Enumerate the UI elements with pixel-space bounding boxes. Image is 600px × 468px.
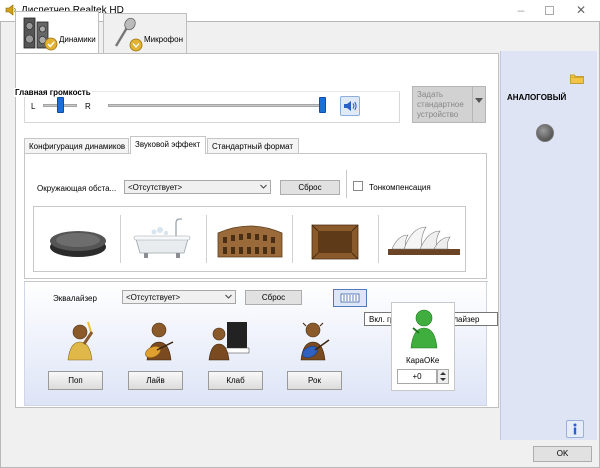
balance-right-label: R: [85, 102, 91, 111]
microphone-icon: [114, 17, 143, 52]
karaoke-stepper[interactable]: [437, 369, 449, 384]
divider: [206, 215, 207, 263]
divider: [292, 215, 293, 263]
volume-slider-thumb[interactable]: [319, 97, 326, 113]
ok-button[interactable]: OK: [533, 446, 592, 462]
tab-speakers[interactable]: Динамики: [15, 11, 99, 54]
info-icon: [573, 423, 577, 435]
close-button[interactable]: ✕: [566, 0, 596, 21]
minimize-icon: –: [517, 3, 525, 17]
graphic-equalizer-toggle[interactable]: [333, 289, 367, 307]
connector-panel: [500, 51, 597, 440]
environment-preset[interactable]: [210, 207, 290, 271]
minimize-button[interactable]: –: [506, 0, 536, 21]
equalizer-reset-button[interactable]: Сброс: [245, 290, 302, 305]
rock-guitarist-icon: [300, 322, 330, 361]
divider: [346, 170, 347, 198]
karaoke-value-input[interactable]: +0: [397, 369, 437, 384]
tab-sound-effects[interactable]: Звуковой эффект: [130, 136, 206, 154]
balance-left-label: L: [31, 102, 36, 111]
equalizer-preset-rock-button[interactable]: Рок: [287, 371, 342, 390]
balance-slider-thumb[interactable]: [57, 97, 64, 113]
equalizer-label: Эквалайзер: [53, 294, 97, 303]
equalizer-select[interactable]: <Отсутствует>: [122, 290, 236, 304]
loudness-label: Тонкомпенсация: [369, 183, 431, 192]
live-guitarist-icon: [145, 322, 174, 361]
chevron-down-icon: [475, 98, 483, 103]
karaoke-label: КараОКе: [406, 356, 440, 365]
environment-label: Окружающая обста...: [37, 184, 117, 193]
colosseum-icon: [217, 225, 283, 258]
info-button[interactable]: [566, 420, 584, 438]
divider: [120, 215, 121, 263]
loudness-checkbox[interactable]: [353, 181, 363, 191]
set-default-device-dropdown[interactable]: [472, 86, 486, 123]
chevron-down-icon: [225, 294, 232, 299]
equalizer-preset-pop-button[interactable]: Поп: [48, 371, 103, 390]
tab-speakers-label: Динамики: [59, 35, 96, 44]
equalizer-preset-club-button[interactable]: Клаб: [208, 371, 263, 390]
room-icon: [311, 224, 359, 260]
equalizer-select-value: <Отсутствует>: [126, 293, 181, 302]
environment-preset[interactable]: [296, 207, 376, 271]
equalizer-icon: [340, 293, 360, 303]
karaoke-singer-icon: [410, 309, 438, 349]
bathtub-icon: [133, 218, 191, 258]
volume-title: Главная громкость: [14, 88, 92, 97]
tab-default-format[interactable]: Стандартный формат: [207, 138, 299, 154]
maximize-button[interactable]: [534, 0, 564, 21]
volume-slider[interactable]: [108, 104, 326, 107]
chevron-down-icon: [260, 184, 267, 189]
folder-icon[interactable]: [570, 73, 584, 84]
tab-speaker-configuration[interactable]: Конфигурация динамиков: [24, 138, 129, 154]
opera-house-icon: [388, 226, 460, 255]
close-icon: ✕: [575, 3, 587, 17]
divider: [378, 215, 379, 263]
analog-label: АНАЛОГОВЫЙ: [507, 93, 567, 102]
speaker-volume-icon: [344, 101, 357, 111]
tab-microphone[interactable]: Микрофон: [103, 13, 187, 53]
club-pianist-icon: [208, 322, 250, 361]
environment-select-value: <Отсутствует>: [128, 183, 183, 192]
pop-singer-icon: [67, 321, 94, 361]
stone-icon: [50, 231, 106, 257]
environment-preset[interactable]: [124, 207, 202, 271]
environment-preset[interactable]: [40, 207, 118, 271]
mute-button[interactable]: [340, 96, 360, 116]
environment-preset[interactable]: [382, 207, 464, 271]
spin-arrows-icon: [440, 372, 446, 381]
maximize-icon: [544, 6, 554, 16]
environment-reset-button[interactable]: Сброс: [280, 180, 340, 195]
environment-presets: [33, 206, 466, 272]
tab-microphone-label: Микрофон: [144, 35, 183, 44]
equalizer-preset-live-button[interactable]: Лайв: [128, 371, 183, 390]
analog-jack[interactable]: [536, 124, 554, 142]
environment-select[interactable]: <Отсутствует>: [124, 180, 271, 194]
speakers-icon: [23, 17, 58, 51]
